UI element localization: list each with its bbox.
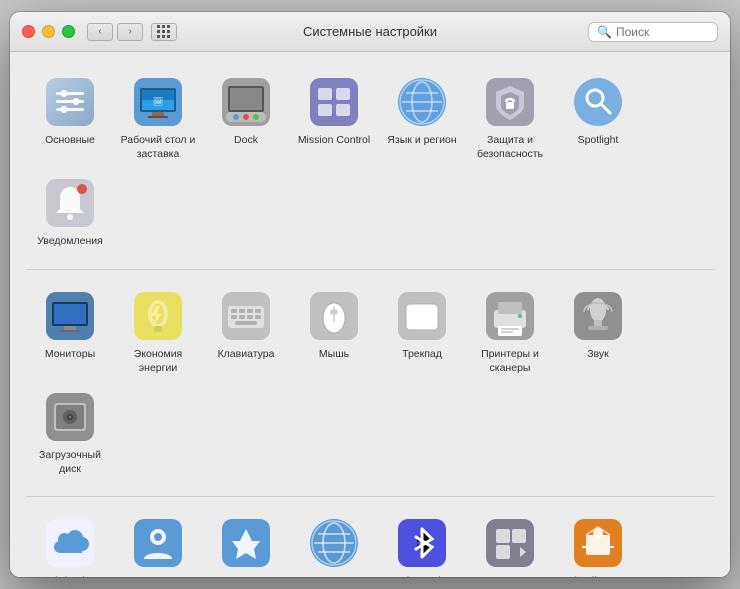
mission-label: Mission Control xyxy=(298,134,370,148)
pref-item-energy[interactable]: Экономия энергии xyxy=(114,282,202,383)
pref-item-dock[interactable]: Dock xyxy=(202,68,290,169)
startup-label: Загрузочный диск xyxy=(30,449,110,476)
search-icon: 🔍 xyxy=(597,25,612,39)
section-row3: iCloud Учетные записи Интернета App Stor… xyxy=(26,509,714,577)
traffic-lights xyxy=(22,25,75,38)
sharing-label: Общий доступ xyxy=(563,575,634,577)
icloud-icon xyxy=(44,517,96,569)
bluetooth-icon xyxy=(396,517,448,569)
pref-item-startup[interactable]: Загрузочный диск xyxy=(26,383,114,484)
dock-label: Dock xyxy=(234,134,258,148)
icloud-label: iCloud xyxy=(55,575,85,577)
network-icon xyxy=(308,517,360,569)
pref-item-trackpad[interactable]: Трекпад xyxy=(378,282,466,383)
forward-button[interactable]: › xyxy=(117,23,143,41)
extensions-label: Расширения xyxy=(479,575,540,577)
window-title: Системные настройки xyxy=(303,24,437,39)
sound-icon xyxy=(572,290,624,342)
search-box[interactable]: 🔍 xyxy=(588,22,718,42)
pref-item-sound[interactable]: Звук xyxy=(554,282,642,383)
pref-item-spotlight[interactable]: Spotlight xyxy=(554,68,642,169)
keyboard-label: Клавиатура xyxy=(218,348,275,362)
bluetooth-label: Bluetooth xyxy=(400,575,444,577)
pref-item-notifications[interactable]: Уведомления xyxy=(26,169,114,257)
pref-item-sharing[interactable]: Общий доступ xyxy=(554,509,642,577)
network-label: Сеть xyxy=(322,575,345,577)
close-button[interactable] xyxy=(22,25,35,38)
keyboard-icon xyxy=(220,290,272,342)
spotlight-icon xyxy=(572,76,624,128)
pref-item-security[interactable]: Защита и безопасность xyxy=(466,68,554,169)
svg-text:🖼: 🖼 xyxy=(153,97,163,106)
language-label: Язык и регион xyxy=(387,134,456,148)
mouse-label: Мышь xyxy=(319,348,349,362)
language-icon xyxy=(396,76,448,128)
accounts-icon xyxy=(132,517,184,569)
appstore-label: App Store xyxy=(223,575,270,577)
sound-label: Звук xyxy=(587,348,609,362)
trackpad-label: Трекпад xyxy=(402,348,442,362)
pref-item-appstore[interactable]: App Store xyxy=(202,509,290,577)
pref-item-printers[interactable]: Принтеры и сканеры xyxy=(466,282,554,383)
desktop-icon: 🖼 xyxy=(132,76,184,128)
grid-view-button[interactable] xyxy=(151,23,177,41)
grid-icon xyxy=(157,25,171,39)
security-label: Защита и безопасность xyxy=(470,134,550,161)
pref-item-bluetooth[interactable]: Bluetooth xyxy=(378,509,466,577)
desktop-label: Рабочий стол и заставка xyxy=(118,134,198,161)
sharing-icon xyxy=(572,517,624,569)
system-preferences-window: ‹ › Системные настройки 🔍 xyxy=(10,12,730,577)
pref-item-mouse[interactable]: Мышь xyxy=(290,282,378,383)
pref-item-network[interactable]: Сеть xyxy=(290,509,378,577)
minimize-button[interactable] xyxy=(42,25,55,38)
pref-item-icloud[interactable]: iCloud xyxy=(26,509,114,577)
pref-item-language[interactable]: Язык и регион xyxy=(378,68,466,169)
section-row2: Мониторы Экономия энергии Клавиатура Мыш… xyxy=(26,282,714,498)
energy-label: Экономия энергии xyxy=(118,348,198,375)
general-icon xyxy=(44,76,96,128)
notifications-icon xyxy=(44,177,96,229)
pref-item-general[interactable]: Основные xyxy=(26,68,114,169)
notifications-label: Уведомления xyxy=(37,235,103,249)
dock-icon xyxy=(220,76,272,128)
displays-label: Мониторы xyxy=(45,348,95,362)
preferences-content: Основные 🖼 Рабочий стол и заставка Dock … xyxy=(10,52,730,577)
pref-item-extensions[interactable]: Расширения xyxy=(466,509,554,577)
general-label: Основные xyxy=(45,134,95,148)
spotlight-label: Spotlight xyxy=(578,134,619,148)
trackpad-icon xyxy=(396,290,448,342)
accounts-label: Учетные записи Интернета xyxy=(118,575,198,577)
printers-label: Принтеры и сканеры xyxy=(470,348,550,375)
section-row1: Основные 🖼 Рабочий стол и заставка Dock … xyxy=(26,68,714,270)
energy-icon xyxy=(132,290,184,342)
titlebar: ‹ › Системные настройки 🔍 xyxy=(10,12,730,52)
printers-icon xyxy=(484,290,536,342)
maximize-button[interactable] xyxy=(62,25,75,38)
search-input[interactable] xyxy=(616,25,709,39)
security-icon xyxy=(484,76,536,128)
mouse-icon xyxy=(308,290,360,342)
startup-icon xyxy=(44,391,96,443)
extensions-icon xyxy=(484,517,536,569)
nav-buttons: ‹ › xyxy=(87,23,177,41)
pref-item-desktop[interactable]: 🖼 Рабочий стол и заставка xyxy=(114,68,202,169)
pref-item-keyboard[interactable]: Клавиатура xyxy=(202,282,290,383)
appstore-icon xyxy=(220,517,272,569)
displays-icon xyxy=(44,290,96,342)
pref-item-mission[interactable]: Mission Control xyxy=(290,68,378,169)
mission-icon xyxy=(308,76,360,128)
pref-item-displays[interactable]: Мониторы xyxy=(26,282,114,383)
back-button[interactable]: ‹ xyxy=(87,23,113,41)
pref-item-accounts[interactable]: Учетные записи Интернета xyxy=(114,509,202,577)
